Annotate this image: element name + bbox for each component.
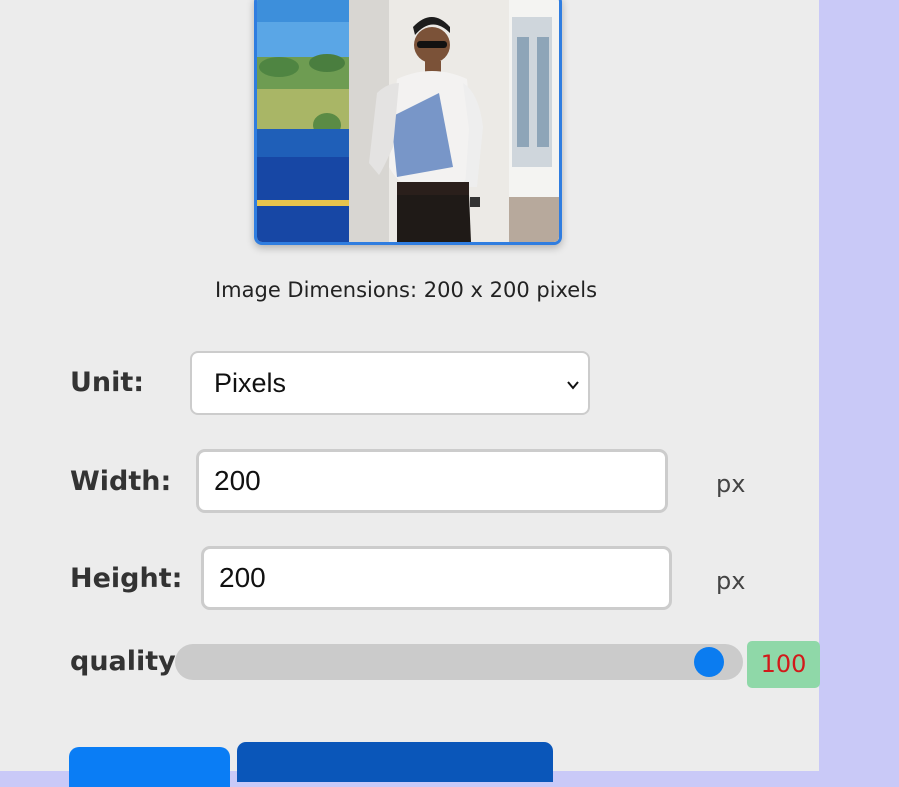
height-input-value: 200 (219, 562, 266, 593)
preview-photo (257, 0, 559, 242)
width-input[interactable]: 200 (196, 449, 668, 513)
unit-select[interactable]: Pixels (190, 351, 590, 415)
unit-label: Unit: (70, 367, 145, 398)
image-preview (254, 0, 562, 245)
height-unit: px (716, 567, 746, 595)
height-input[interactable]: 200 (201, 546, 672, 610)
primary-button[interactable] (69, 747, 230, 787)
secondary-button[interactable] (237, 742, 553, 782)
width-unit: px (716, 470, 746, 498)
width-label: Width: (70, 466, 172, 497)
chevron-down-icon (567, 381, 579, 390)
image-dimensions-text: Image Dimensions: 200 x 200 pixels (214, 278, 598, 302)
side-strip (819, 0, 899, 771)
quality-slider-thumb[interactable] (693, 647, 724, 677)
quality-label: quality: (70, 646, 187, 677)
quality-slider[interactable] (175, 644, 743, 680)
unit-select-value: Pixels (214, 368, 287, 398)
quality-value-badge: 100 (747, 641, 820, 688)
height-label: Height: (70, 563, 183, 594)
width-input-value: 200 (214, 465, 261, 496)
